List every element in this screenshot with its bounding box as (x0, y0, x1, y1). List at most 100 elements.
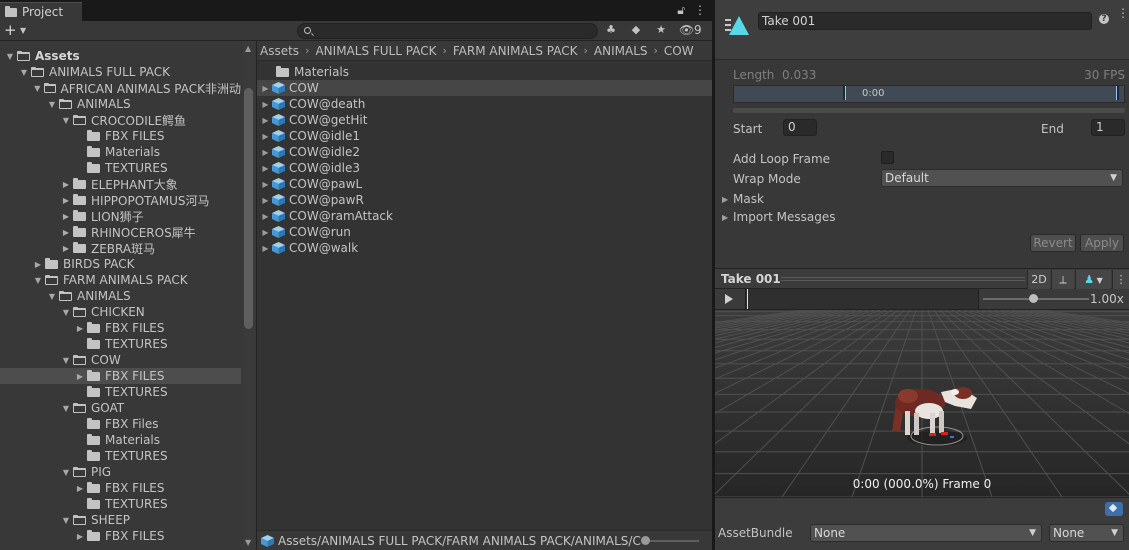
playhead[interactable] (747, 289, 748, 309)
add-loop-frame-checkbox[interactable] (881, 151, 894, 164)
scroll-up-arrow-icon[interactable]: ▲ (245, 44, 251, 53)
kebab-menu-icon[interactable]: ⋮ (694, 3, 706, 18)
scrollbar-thumb[interactable] (244, 88, 253, 329)
kebab-menu-icon[interactable]: ⋮ (1117, 6, 1129, 20)
end-field[interactable]: 1 (1091, 119, 1125, 136)
tree-item[interactable]: TEXTURES (0, 336, 241, 352)
asset-item[interactable]: ▶ COW@death (257, 96, 713, 112)
tree-item[interactable]: ▼ ANIMALS FULL PACK (0, 64, 241, 80)
tree-item[interactable]: ▼ ANIMALS (0, 96, 241, 112)
expand-arrow-icon[interactable]: ▶ (259, 228, 272, 237)
tree-item[interactable]: ▼ GOAT (0, 400, 241, 416)
icon-size-slider[interactable] (641, 536, 699, 545)
tree-item[interactable]: Materials (0, 432, 241, 448)
expand-arrow-icon[interactable]: ▶ (259, 100, 272, 109)
preview-viewport[interactable]: 0:00 (000.0%) Frame 0 (715, 310, 1129, 497)
tree-item[interactable]: ▶ FBX FILES (0, 320, 241, 336)
tree-item[interactable]: TEXTURES (0, 160, 241, 176)
asset-item[interactable]: ▶ COW@idle2 (257, 144, 713, 160)
asset-item[interactable]: Materials (257, 64, 713, 80)
breadcrumb-item[interactable]: ANIMALS FULL PACK (315, 44, 436, 58)
avatar-preview-dropdown[interactable]: ♟ ▼ (1075, 270, 1111, 289)
clip-end-handle[interactable] (1116, 86, 1119, 100)
tree-item[interactable]: ▼ CHICKEN (0, 304, 241, 320)
label-tag-icon[interactable] (1105, 502, 1123, 516)
tree-item[interactable]: ▶ FBX FILES (0, 480, 241, 496)
search-input[interactable] (297, 23, 598, 39)
breadcrumb-item[interactable]: FARM ANIMALS PACK (453, 44, 578, 58)
clip-name-field[interactable]: Take 001 (758, 12, 1092, 30)
slider-thumb[interactable] (641, 536, 650, 545)
project-tab[interactable]: Project (0, 2, 82, 21)
expanded-arrow-icon[interactable]: ▼ (46, 100, 58, 109)
expanded-arrow-icon[interactable]: ▼ (60, 308, 72, 317)
asset-item[interactable]: ▶ COW@pawR (257, 192, 713, 208)
favorite-star-icon[interactable]: ★ (654, 23, 668, 37)
expand-arrow-icon[interactable]: ▶ (259, 244, 272, 253)
breadcrumb-item[interactable]: COW (664, 44, 694, 58)
folder-tree-scrollbar[interactable]: ▲ ▼ (243, 41, 255, 550)
collapsed-arrow-icon[interactable]: ▶ (74, 532, 86, 541)
tree-item[interactable]: ▼ Assets (0, 48, 241, 64)
expanded-arrow-icon[interactable]: ▼ (60, 116, 72, 125)
expanded-arrow-icon[interactable]: ▼ (60, 468, 72, 477)
collapsed-arrow-icon[interactable]: ▶ (74, 484, 86, 493)
create-button[interactable]: + (4, 22, 17, 39)
tree-item[interactable]: FBX FILES (0, 128, 241, 144)
collapsed-arrow-icon[interactable]: ▶ (74, 372, 86, 381)
filter-by-type-icon[interactable]: ♣ (604, 23, 618, 37)
revert-button[interactable]: Revert (1030, 234, 1076, 252)
expand-arrow-icon[interactable]: ▶ (259, 196, 272, 205)
import-messages-foldout-arrow-icon[interactable]: ▶ (722, 213, 728, 222)
tree-item[interactable]: ▶ HIPPOPOTAMUS河马 (0, 192, 241, 208)
asset-item[interactable]: ▶ COW@pawL (257, 176, 713, 192)
expanded-arrow-icon[interactable]: ▼ (60, 516, 72, 525)
tree-item[interactable]: FBX Files (0, 416, 241, 432)
collapsed-arrow-icon[interactable]: ▶ (60, 244, 72, 253)
play-icon[interactable] (725, 294, 733, 304)
expand-arrow-icon[interactable]: ▶ (259, 148, 272, 157)
tree-item[interactable]: ▶ RHINOCEROS犀牛 (0, 224, 241, 240)
asset-item[interactable]: ▶ COW@ramAttack (257, 208, 713, 224)
breadcrumb-item[interactable]: Assets (260, 44, 299, 58)
slider-thumb[interactable] (1029, 294, 1038, 303)
expanded-arrow-icon[interactable]: ▼ (32, 84, 43, 93)
tree-item[interactable]: ▼ COW (0, 352, 241, 368)
expanded-arrow-icon[interactable]: ▼ (32, 276, 44, 285)
asset-item[interactable]: ▶ COW@idle1 (257, 128, 713, 144)
tree-item[interactable]: Materials (0, 144, 241, 160)
hidden-packages-toggle[interactable]: 👁︎ 9 (679, 23, 702, 37)
expand-arrow-icon[interactable]: ▶ (259, 132, 272, 141)
tree-item[interactable]: ▶ FBX FILES (0, 368, 241, 384)
clip-timeline[interactable]: 0:00 (733, 85, 1125, 103)
collapsed-arrow-icon[interactable]: ▶ (60, 212, 72, 221)
expanded-arrow-icon[interactable]: ▼ (60, 404, 72, 413)
toggle-2d-button[interactable]: 2D (1027, 270, 1050, 289)
collapsed-arrow-icon[interactable]: ▶ (60, 228, 72, 237)
playback-speed-slider[interactable] (983, 294, 1089, 303)
import-messages-foldout[interactable]: Import Messages (733, 210, 836, 224)
collapsed-arrow-icon[interactable]: ▶ (32, 260, 44, 269)
chevron-down-icon[interactable]: ▼ (20, 26, 26, 35)
breadcrumb-item[interactable]: ANIMALS (594, 44, 648, 58)
mask-foldout[interactable]: Mask (733, 192, 764, 206)
expand-arrow-icon[interactable]: ▶ (259, 212, 272, 221)
tree-item[interactable]: ▼ AFRICAN ANIMALS PACK非洲动 (0, 80, 241, 96)
asset-bundle-variant-dropdown[interactable]: None ▼ (1049, 524, 1124, 542)
tree-item[interactable]: ▶ FBX FILES (0, 528, 241, 544)
lock-icon[interactable]: 🔓︎ (677, 3, 685, 18)
scroll-down-arrow-icon[interactable]: ▼ (245, 538, 251, 547)
tree-item[interactable]: ▼ ANIMALS (0, 288, 241, 304)
tree-item[interactable]: ▶ ZEBRA斑马 (0, 240, 241, 256)
expanded-arrow-icon[interactable]: ▼ (4, 52, 16, 61)
asset-item[interactable]: ▶ COW@idle3 (257, 160, 713, 176)
tree-item[interactable]: TEXTURES (0, 496, 241, 512)
expand-arrow-icon[interactable]: ▶ (259, 116, 272, 125)
collapsed-arrow-icon[interactable]: ▶ (60, 180, 72, 189)
clip-start-handle[interactable] (843, 86, 846, 100)
expanded-arrow-icon[interactable]: ▼ (46, 292, 58, 301)
asset-item[interactable]: ▶ COW@run (257, 224, 713, 240)
start-field[interactable]: 0 (783, 119, 817, 136)
help-icon[interactable]: ? (1099, 14, 1109, 24)
tree-item[interactable]: ▶ ELEPHANT大象 (0, 176, 241, 192)
